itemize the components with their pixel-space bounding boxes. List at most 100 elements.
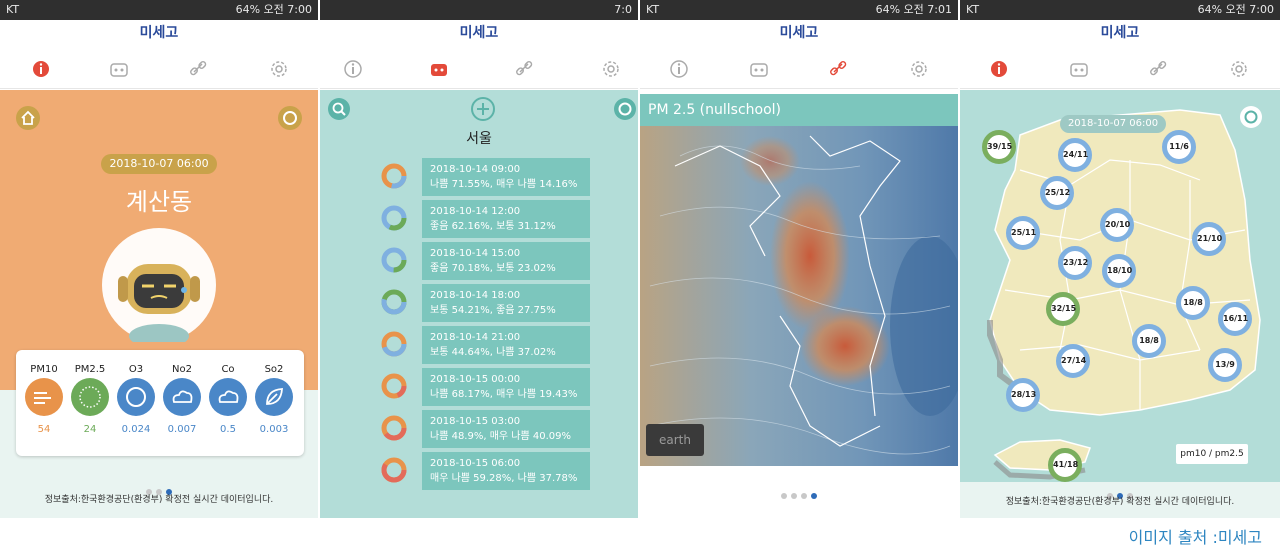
forecast-detail: 나쁨 48.9%, 매우 나쁨 40.09% bbox=[430, 431, 571, 442]
pollutant-item[interactable]: No2 0.007 bbox=[160, 364, 204, 435]
region-badge[interactable]: 18/8 bbox=[1176, 286, 1210, 320]
carrier-label: KT bbox=[6, 3, 20, 16]
app-title: 미세고 bbox=[139, 25, 179, 41]
pollutant-item[interactable]: O3 0.024 bbox=[114, 364, 158, 435]
region-badge[interactable]: 24/11 bbox=[1058, 138, 1092, 172]
map-header: PM 2.5 (nullschool) bbox=[640, 94, 958, 126]
region-badge[interactable]: 28/13 bbox=[1006, 378, 1040, 412]
region-badge[interactable]: 13/9 bbox=[1208, 348, 1242, 382]
data-source-note: 정보출처:한국환경공단(환경부) 확정전 실시간 데이터입니다. bbox=[1005, 497, 1235, 507]
pollutant-item[interactable]: PM2.5 24 bbox=[68, 364, 112, 435]
forecast-text: 2018-10-15 00:00 나쁨 68.17%, 매우 나쁨 19.43% bbox=[422, 368, 590, 406]
region-badge[interactable]: 25/12 bbox=[1040, 176, 1074, 210]
forecast-time: 2018-10-14 21:00 bbox=[430, 332, 521, 343]
home-icon[interactable] bbox=[16, 106, 40, 130]
screen-current-air: KT 64% 오전 7:00 미세고 2018-10-07 06:00 계산동 … bbox=[0, 0, 318, 518]
forecast-detail: 보통 44.64%, 나쁨 37.02% bbox=[430, 347, 556, 358]
forecast-row[interactable]: 2018-10-15 00:00 나쁨 68.17%, 매우 나쁨 19.43% bbox=[380, 368, 638, 406]
region-badge[interactable]: 39/15 bbox=[982, 130, 1016, 164]
tab-settings-icon[interactable] bbox=[600, 58, 622, 80]
pollutant-item[interactable]: Co 0.5 bbox=[206, 364, 250, 435]
page-dot-active[interactable] bbox=[811, 493, 817, 499]
tab-robot-icon[interactable] bbox=[1068, 58, 1090, 80]
page-dot[interactable] bbox=[791, 493, 797, 499]
tab-robot-icon[interactable] bbox=[428, 58, 450, 80]
refresh-icon[interactable] bbox=[1240, 106, 1262, 128]
image-credit-caption: 이미지 출처 :미세고 bbox=[1128, 528, 1262, 547]
tab-info-icon[interactable] bbox=[668, 58, 690, 80]
legend-box: pm10 / pm2.5 bbox=[1176, 444, 1248, 464]
status-bar: KT 64% 오전 7:00 bbox=[960, 0, 1280, 20]
pm25-wind-map[interactable] bbox=[640, 126, 958, 466]
donut-chart-icon bbox=[381, 415, 407, 441]
region-badge[interactable]: 25/11 bbox=[1006, 216, 1040, 250]
forecast-row[interactable]: 2018-10-14 21:00 보통 44.64%, 나쁨 37.02% bbox=[380, 326, 638, 364]
forecast-detail: 매우 나쁨 59.28%, 나쁨 37.78% bbox=[430, 473, 578, 484]
main-content: 2018-10-07 06:00 39/15 24/11 11/6 25/12 … bbox=[960, 90, 1280, 518]
pollutant-value: 24 bbox=[83, 424, 97, 435]
search-icon[interactable] bbox=[328, 98, 350, 120]
map-title: PM 2.5 (nullschool) bbox=[648, 102, 782, 118]
tab-link-icon[interactable] bbox=[188, 58, 210, 80]
status-right: 7:0 bbox=[614, 3, 632, 16]
tab-link-icon[interactable] bbox=[1148, 58, 1170, 80]
forecast-time: 2018-10-15 00:00 bbox=[430, 374, 521, 385]
date-pill: 2018-10-07 06:00 bbox=[1060, 115, 1166, 133]
forecast-row[interactable]: 2018-10-15 06:00 매우 나쁨 59.28%, 나쁨 37.78% bbox=[380, 452, 638, 490]
status-bar: 7:0 bbox=[320, 0, 638, 20]
pollutant-name: No2 bbox=[172, 364, 192, 375]
data-source-note: 정보출처:한국환경공단(환경부) 확정전 실시간 데이터입니다. bbox=[44, 495, 274, 505]
pollutant-item[interactable]: PM10 54 bbox=[22, 364, 66, 435]
tab-settings-icon[interactable] bbox=[1228, 58, 1250, 80]
pollutant-item[interactable]: So2 0.003 bbox=[252, 364, 296, 435]
tab-link-icon[interactable] bbox=[828, 58, 850, 80]
refresh-icon[interactable] bbox=[614, 98, 636, 120]
region-badge[interactable]: 21/10 bbox=[1192, 222, 1226, 256]
region-badge[interactable]: 41/18 bbox=[1048, 448, 1082, 482]
region-badge[interactable]: 18/10 bbox=[1102, 254, 1136, 288]
tab-robot-icon[interactable] bbox=[748, 58, 770, 80]
add-icon[interactable] bbox=[470, 96, 496, 122]
tab-settings-icon[interactable] bbox=[908, 58, 930, 80]
app-title: 미세고 bbox=[459, 25, 499, 41]
robot-avatar-icon bbox=[102, 228, 216, 342]
donut-chart-icon bbox=[381, 331, 407, 357]
forecast-row[interactable]: 2018-10-14 18:00 보통 54.21%, 좋음 27.75% bbox=[380, 284, 638, 322]
fine-dust-icon bbox=[71, 378, 109, 416]
forecast-text: 2018-10-14 09:00 나쁨 71.55%, 매우 나쁨 14.16% bbox=[422, 158, 590, 196]
region-badge[interactable]: 18/8 bbox=[1132, 324, 1166, 358]
earth-button[interactable]: earth bbox=[646, 424, 704, 456]
status-right: 64% 오전 7:00 bbox=[235, 3, 312, 16]
region-badge[interactable]: 20/10 bbox=[1100, 208, 1134, 242]
forecast-text: 2018-10-15 03:00 나쁨 48.9%, 매우 나쁨 40.09% bbox=[422, 410, 590, 448]
tab-info-icon[interactable] bbox=[988, 58, 1010, 80]
tab-bar bbox=[640, 50, 958, 89]
location-name: 계산동 bbox=[125, 188, 193, 216]
region-badge[interactable]: 11/6 bbox=[1162, 130, 1196, 164]
pollutant-name: PM10 bbox=[30, 364, 58, 375]
forecast-row[interactable]: 2018-10-15 03:00 나쁨 48.9%, 매우 나쁨 40.09% bbox=[380, 410, 638, 448]
pollutant-value: 0.003 bbox=[259, 424, 289, 435]
forecast-text: 2018-10-14 21:00 보통 44.64%, 나쁨 37.02% bbox=[422, 326, 590, 364]
forecast-row[interactable]: 2018-10-14 15:00 좋음 70.18%, 보통 23.02% bbox=[380, 242, 638, 280]
earth-label: earth bbox=[659, 433, 691, 447]
tab-settings-icon[interactable] bbox=[268, 58, 290, 80]
donut-chart-icon bbox=[381, 163, 407, 189]
pollutant-value: 0.007 bbox=[167, 424, 197, 435]
region-badge[interactable]: 32/15 bbox=[1046, 292, 1080, 326]
region-badge[interactable]: 27/14 bbox=[1056, 344, 1090, 378]
tab-info-icon[interactable] bbox=[30, 58, 52, 80]
tab-info-icon[interactable] bbox=[342, 58, 364, 80]
tab-robot-icon[interactable] bbox=[108, 58, 130, 80]
forecast-row[interactable]: 2018-10-14 09:00 나쁨 71.55%, 매우 나쁨 14.16% bbox=[380, 158, 638, 196]
leaf-icon bbox=[255, 378, 293, 416]
page-dot[interactable] bbox=[801, 493, 807, 499]
forecast-row[interactable]: 2018-10-14 12:00 좋음 62.16%, 보통 31.12% bbox=[380, 200, 638, 238]
region-badge[interactable]: 16/11 bbox=[1218, 302, 1252, 336]
refresh-icon[interactable] bbox=[278, 106, 302, 130]
tab-link-icon[interactable] bbox=[514, 58, 536, 80]
app-title: 미세고 bbox=[779, 25, 819, 41]
pollutant-name: Co bbox=[221, 364, 235, 375]
region-badge[interactable]: 23/12 bbox=[1058, 246, 1092, 280]
page-dot[interactable] bbox=[781, 493, 787, 499]
